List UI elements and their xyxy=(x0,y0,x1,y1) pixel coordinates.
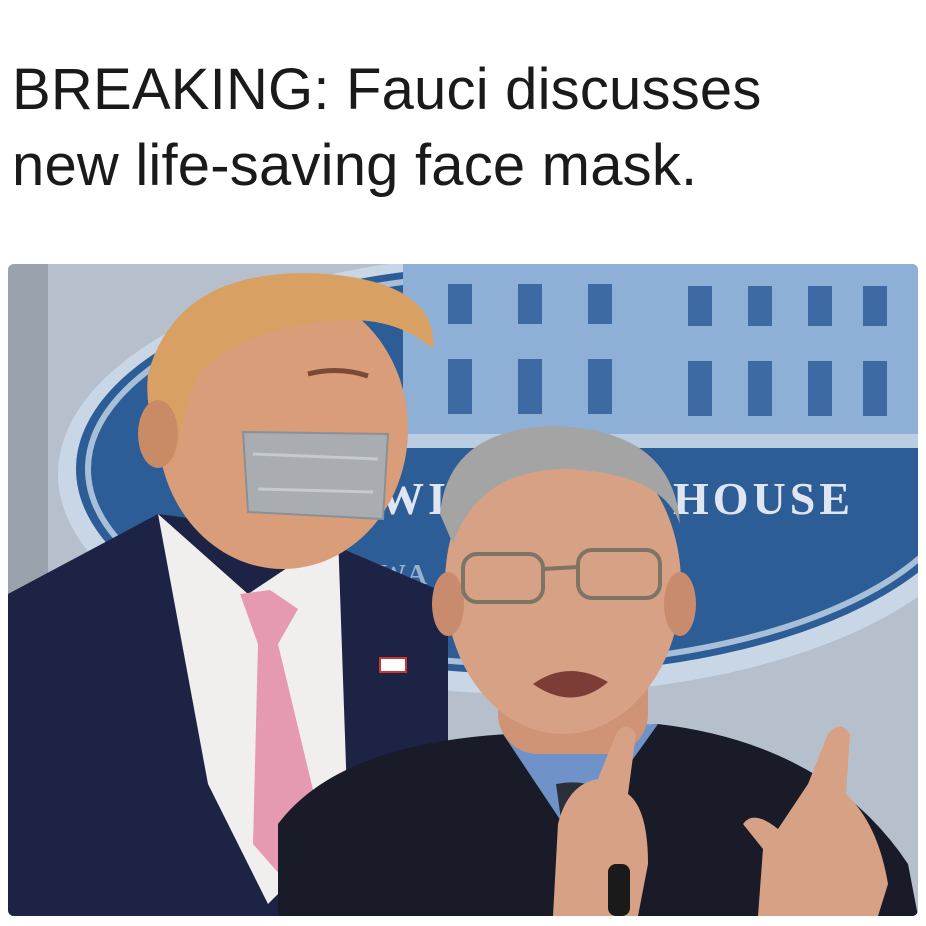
duct-tape xyxy=(241,430,390,521)
meme-caption: BREAKING: Fauci discusses new life-savin… xyxy=(12,52,912,204)
ear xyxy=(664,572,696,636)
microphone-icon xyxy=(608,864,630,916)
caption-line-1: BREAKING: Fauci discusses xyxy=(12,57,762,122)
backdrop-text-right: HOUSE xyxy=(673,473,854,524)
press-briefing-photo: WI HOUSE WA xyxy=(8,264,918,916)
caption-line-2: new life-saving face mask. xyxy=(12,133,698,198)
ear xyxy=(138,400,178,468)
ear xyxy=(432,572,464,636)
flag-pin-icon xyxy=(379,657,407,673)
white-house-building xyxy=(403,264,918,444)
photo-illustration: WI HOUSE WA xyxy=(8,264,918,916)
